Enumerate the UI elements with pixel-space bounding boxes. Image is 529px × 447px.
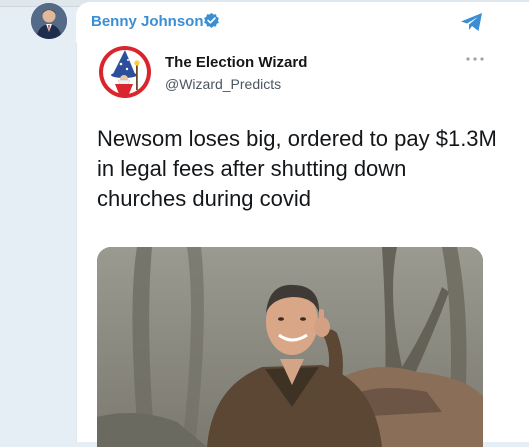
wizard-avatar[interactable]: [97, 44, 153, 100]
verified-badge-icon: [204, 12, 219, 28]
telegram-share-icon[interactable]: [459, 9, 485, 35]
channel-post: Benny Johnson The Election Wizard @Wizar…: [76, 2, 529, 447]
embedded-tweet[interactable]: The Election Wizard @Wizard_Predicts New…: [76, 42, 507, 447]
channel-avatar[interactable]: [31, 3, 67, 39]
tweet-author-handle[interactable]: @Wizard_Predicts: [165, 76, 281, 92]
tweet-text: Newsom loses big, ordered to pay $1.3M i…: [97, 126, 497, 211]
more-options-icon[interactable]: [464, 54, 486, 64]
tweet-author-name[interactable]: The Election Wizard: [165, 54, 307, 71]
channel-name[interactable]: Benny Johnson: [91, 13, 204, 30]
tweet-image[interactable]: [97, 247, 483, 447]
